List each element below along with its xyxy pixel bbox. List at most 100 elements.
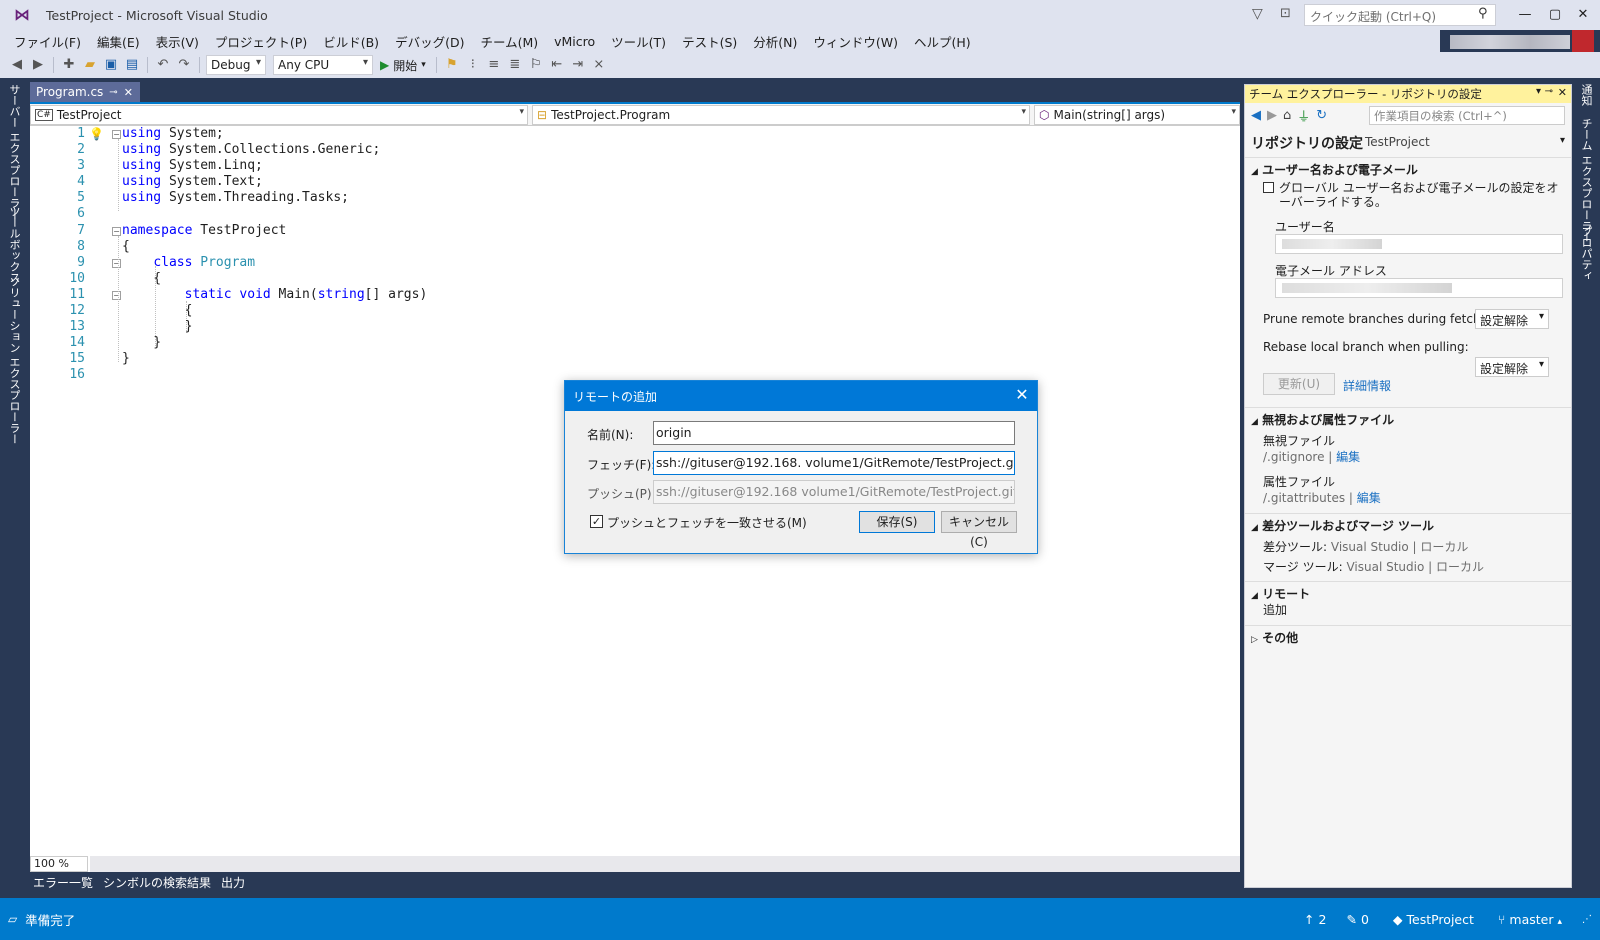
menu-build[interactable]: ビルド(B): [315, 32, 387, 51]
menu-project[interactable]: プロジェクト(P): [207, 32, 315, 51]
merge-local-option[interactable]: ローカル: [1436, 560, 1484, 574]
cancel-button[interactable]: キャンセル(C): [941, 511, 1017, 549]
push-url-input[interactable]: ssh://gituser@192.168 volume1/GitRemote/…: [653, 480, 1015, 504]
clear-bookmarks-icon[interactable]: ⨯: [590, 56, 608, 74]
back-icon[interactable]: ◀: [8, 56, 26, 74]
pin-icon[interactable]: ⊸: [1545, 86, 1553, 97]
edit-ignore-link[interactable]: 編集: [1336, 450, 1360, 464]
pin-icon[interactable]: ⊸: [109, 87, 117, 98]
window-position-icon[interactable]: ▾: [1536, 86, 1541, 97]
collapse-icon[interactable]: −: [112, 227, 121, 236]
unpublished-commits[interactable]: ↑ 2: [1304, 912, 1326, 927]
lightbulb-icon[interactable]: 💡: [89, 127, 104, 141]
diff-vs-option[interactable]: Visual Studio: [1331, 540, 1409, 554]
pending-changes[interactable]: ✎ 0: [1346, 912, 1368, 927]
save-button[interactable]: 保存(S): [859, 511, 935, 533]
menu-window[interactable]: ウィンドウ(W): [805, 32, 906, 51]
uncomment-icon[interactable]: ≣: [506, 56, 524, 74]
menu-vmicro[interactable]: vMicro: [546, 34, 603, 49]
update-button[interactable]: 更新(U): [1263, 373, 1335, 395]
section-ignore-attributes[interactable]: ◢ 無視および属性ファイル: [1251, 411, 1394, 428]
forward-icon[interactable]: ▶: [1267, 108, 1277, 123]
menu-help[interactable]: ヘルプ(H): [906, 32, 979, 51]
tab-server-explorer[interactable]: サーバー エクスプローラー: [6, 84, 22, 220]
open-file-icon[interactable]: ▰: [81, 56, 99, 74]
menu-analyze[interactable]: 分析(N): [745, 32, 805, 51]
search-icon[interactable]: ⚲: [1478, 6, 1488, 21]
start-button[interactable]: ▶ 開始 ▾: [376, 57, 430, 74]
chevron-down-icon[interactable]: ▾: [421, 60, 426, 70]
override-checkbox[interactable]: [1263, 182, 1274, 193]
username-input[interactable]: [1275, 234, 1563, 254]
prev-bookmark-icon[interactable]: ⇤: [548, 56, 566, 74]
prune-select[interactable]: 設定解除: [1475, 309, 1549, 329]
minimize-button[interactable]: —: [1510, 4, 1540, 26]
chevron-down-icon[interactable]: ▾: [1560, 135, 1565, 146]
save-all-icon[interactable]: ▤: [123, 56, 141, 74]
format-selection-icon[interactable]: ⁝: [464, 56, 482, 74]
user-name-blurred[interactable]: [1450, 35, 1570, 49]
new-project-icon[interactable]: ✚: [60, 56, 78, 74]
repository-selector[interactable]: ◆ TestProject: [1393, 912, 1474, 927]
tab-solution-explorer[interactable]: ソリューション エクスプローラー: [6, 276, 22, 445]
redo-icon[interactable]: ↷: [175, 56, 193, 74]
menu-test[interactable]: テスト(S): [674, 32, 745, 51]
home-icon[interactable]: ⌂: [1283, 108, 1291, 123]
connect-icon[interactable]: ⏚: [1297, 106, 1310, 125]
save-icon[interactable]: ▣: [102, 56, 120, 74]
add-remote-link[interactable]: 追加: [1263, 601, 1287, 618]
section-other[interactable]: ▷ その他: [1251, 629, 1298, 646]
quick-launch-input[interactable]: クイック起動 (Ctrl+Q): [1304, 4, 1496, 26]
solution-platform-select[interactable]: Any CPU: [273, 55, 373, 75]
project-select[interactable]: C# TestProject: [30, 105, 528, 125]
section-remotes[interactable]: ◢ リモート: [1251, 585, 1310, 602]
zoom-select[interactable]: 100 %: [30, 856, 88, 872]
solution-config-select[interactable]: Debug: [206, 55, 266, 75]
tab-output[interactable]: 出力: [218, 872, 248, 892]
close-icon[interactable]: ✕: [124, 86, 133, 99]
menu-file[interactable]: ファイル(F): [6, 32, 89, 51]
menu-debug[interactable]: デバッグ(D): [387, 32, 472, 51]
back-icon[interactable]: ◀: [1251, 108, 1261, 123]
close-icon[interactable]: ✕: [1558, 86, 1567, 99]
tab-notifications[interactable]: 通知: [1578, 84, 1594, 106]
collapse-icon[interactable]: −: [112, 259, 121, 268]
undo-icon[interactable]: ↶: [154, 56, 172, 74]
diff-local-option[interactable]: ローカル: [1420, 540, 1468, 554]
avatar[interactable]: [1572, 30, 1594, 52]
branch-selector[interactable]: ⑂ master ▴: [1498, 912, 1562, 927]
close-button[interactable]: ✕: [1568, 4, 1598, 26]
menu-edit[interactable]: 編集(E): [89, 32, 148, 51]
menu-view[interactable]: 表示(V): [148, 32, 207, 51]
section-user-email[interactable]: ◢ ユーザー名および電子メール: [1251, 161, 1418, 178]
maximize-button[interactable]: ▢: [1540, 4, 1570, 26]
work-item-search-input[interactable]: 作業項目の検索 (Ctrl+^): [1369, 106, 1565, 125]
merge-vs-option[interactable]: Visual Studio: [1346, 560, 1424, 574]
section-diff-merge-tools[interactable]: ◢ 差分ツールおよびマージ ツール: [1251, 517, 1434, 534]
find-in-files-icon[interactable]: ⚑: [443, 56, 461, 74]
class-select[interactable]: ⊟ TestProject.Program: [532, 105, 1030, 125]
remote-name-input[interactable]: origin: [653, 421, 1015, 445]
member-select[interactable]: ⬡ Main(string[] args): [1034, 105, 1240, 125]
edit-attr-link[interactable]: 編集: [1357, 491, 1381, 505]
tab-error-list[interactable]: エラー一覧: [30, 872, 96, 892]
tab-find-symbol-results[interactable]: シンボルの検索結果: [100, 872, 214, 892]
collapse-icon[interactable]: −: [112, 130, 121, 139]
fetch-url-input[interactable]: ssh://gituser@192.168. volume1/GitRemote…: [653, 451, 1015, 475]
tab-program-cs[interactable]: Program.cs ⊸ ✕: [30, 82, 140, 102]
resize-grip-icon[interactable]: ⋰: [1582, 914, 1592, 925]
feedback-icon[interactable]: ⊡: [1280, 6, 1291, 21]
menu-tools[interactable]: ツール(T): [603, 32, 674, 51]
sync-checkbox[interactable]: ✓: [590, 515, 603, 528]
details-link[interactable]: 詳細情報: [1343, 377, 1391, 394]
menu-team[interactable]: チーム(M): [472, 32, 546, 51]
collapse-icon[interactable]: −: [112, 291, 121, 300]
tab-properties[interactable]: プロパティ: [1578, 226, 1594, 281]
rebase-select[interactable]: 設定解除: [1475, 357, 1549, 377]
tab-team-explorer[interactable]: チーム エクスプローラー: [1578, 118, 1594, 243]
bookmark-icon[interactable]: ⚐: [527, 56, 545, 74]
horizontal-scrollbar[interactable]: [90, 856, 1240, 872]
refresh-icon[interactable]: ↻: [1316, 108, 1327, 123]
email-input[interactable]: [1275, 278, 1563, 298]
close-icon[interactable]: ✕: [1011, 385, 1033, 404]
